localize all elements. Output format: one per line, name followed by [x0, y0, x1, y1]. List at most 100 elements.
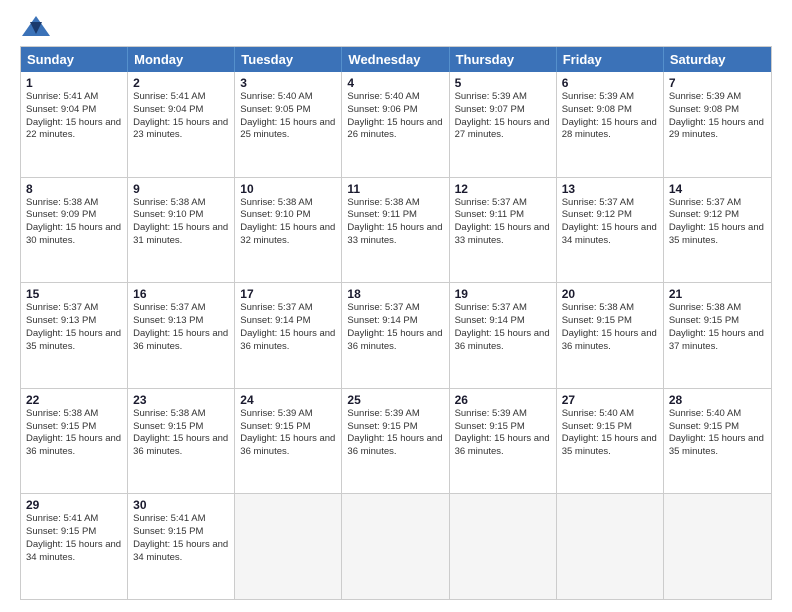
day-info: Sunrise: 5:37 AM Sunset: 9:12 PM Dayligh… [562, 197, 658, 248]
day-info: Sunrise: 5:39 AM Sunset: 9:15 PM Dayligh… [455, 408, 551, 459]
calendar-header-cell: Thursday [450, 47, 557, 72]
day-info: Sunrise: 5:40 AM Sunset: 9:06 PM Dayligh… [347, 91, 443, 142]
calendar-cell: 14Sunrise: 5:37 AM Sunset: 9:12 PM Dayli… [664, 178, 771, 283]
calendar-cell: 7Sunrise: 5:39 AM Sunset: 9:08 PM Daylig… [664, 72, 771, 177]
day-info: Sunrise: 5:38 AM Sunset: 9:09 PM Dayligh… [26, 197, 122, 248]
day-number: 24 [240, 393, 336, 407]
day-info: Sunrise: 5:39 AM Sunset: 9:07 PM Dayligh… [455, 91, 551, 142]
calendar-cell: 28Sunrise: 5:40 AM Sunset: 9:15 PM Dayli… [664, 389, 771, 494]
day-number: 27 [562, 393, 658, 407]
calendar-cell: 16Sunrise: 5:37 AM Sunset: 9:13 PM Dayli… [128, 283, 235, 388]
day-number: 23 [133, 393, 229, 407]
day-info: Sunrise: 5:40 AM Sunset: 9:15 PM Dayligh… [669, 408, 766, 459]
day-number: 26 [455, 393, 551, 407]
day-number: 9 [133, 182, 229, 196]
day-info: Sunrise: 5:37 AM Sunset: 9:11 PM Dayligh… [455, 197, 551, 248]
day-info: Sunrise: 5:37 AM Sunset: 9:12 PM Dayligh… [669, 197, 766, 248]
calendar-cell: 5Sunrise: 5:39 AM Sunset: 9:07 PM Daylig… [450, 72, 557, 177]
calendar-week-row: 15Sunrise: 5:37 AM Sunset: 9:13 PM Dayli… [21, 283, 771, 389]
calendar-cell: 15Sunrise: 5:37 AM Sunset: 9:13 PM Dayli… [21, 283, 128, 388]
day-info: Sunrise: 5:37 AM Sunset: 9:13 PM Dayligh… [133, 302, 229, 353]
calendar-week-row: 8Sunrise: 5:38 AM Sunset: 9:09 PM Daylig… [21, 178, 771, 284]
calendar: SundayMondayTuesdayWednesdayThursdayFrid… [20, 46, 772, 600]
day-info: Sunrise: 5:39 AM Sunset: 9:08 PM Dayligh… [562, 91, 658, 142]
day-number: 19 [455, 287, 551, 301]
calendar-cell: 25Sunrise: 5:39 AM Sunset: 9:15 PM Dayli… [342, 389, 449, 494]
day-info: Sunrise: 5:40 AM Sunset: 9:15 PM Dayligh… [562, 408, 658, 459]
calendar-week-row: 1Sunrise: 5:41 AM Sunset: 9:04 PM Daylig… [21, 72, 771, 178]
calendar-cell: 26Sunrise: 5:39 AM Sunset: 9:15 PM Dayli… [450, 389, 557, 494]
calendar-cell: 27Sunrise: 5:40 AM Sunset: 9:15 PM Dayli… [557, 389, 664, 494]
day-info: Sunrise: 5:37 AM Sunset: 9:14 PM Dayligh… [347, 302, 443, 353]
day-info: Sunrise: 5:41 AM Sunset: 9:15 PM Dayligh… [133, 513, 229, 564]
calendar-cell: 21Sunrise: 5:38 AM Sunset: 9:15 PM Dayli… [664, 283, 771, 388]
day-number: 29 [26, 498, 122, 512]
calendar-header-cell: Tuesday [235, 47, 342, 72]
calendar-cell: 9Sunrise: 5:38 AM Sunset: 9:10 PM Daylig… [128, 178, 235, 283]
day-info: Sunrise: 5:38 AM Sunset: 9:10 PM Dayligh… [133, 197, 229, 248]
day-number: 2 [133, 76, 229, 90]
day-info: Sunrise: 5:37 AM Sunset: 9:13 PM Dayligh… [26, 302, 122, 353]
calendar-header-cell: Wednesday [342, 47, 449, 72]
day-info: Sunrise: 5:40 AM Sunset: 9:05 PM Dayligh… [240, 91, 336, 142]
calendar-cell [235, 494, 342, 599]
calendar-cell [557, 494, 664, 599]
calendar-cell: 22Sunrise: 5:38 AM Sunset: 9:15 PM Dayli… [21, 389, 128, 494]
day-number: 22 [26, 393, 122, 407]
day-number: 13 [562, 182, 658, 196]
day-number: 28 [669, 393, 766, 407]
day-number: 15 [26, 287, 122, 301]
calendar-cell: 30Sunrise: 5:41 AM Sunset: 9:15 PM Dayli… [128, 494, 235, 599]
calendar-cell: 10Sunrise: 5:38 AM Sunset: 9:10 PM Dayli… [235, 178, 342, 283]
calendar-cell: 6Sunrise: 5:39 AM Sunset: 9:08 PM Daylig… [557, 72, 664, 177]
calendar-cell: 20Sunrise: 5:38 AM Sunset: 9:15 PM Dayli… [557, 283, 664, 388]
day-info: Sunrise: 5:41 AM Sunset: 9:04 PM Dayligh… [26, 91, 122, 142]
calendar-header-cell: Monday [128, 47, 235, 72]
calendar-cell: 3Sunrise: 5:40 AM Sunset: 9:05 PM Daylig… [235, 72, 342, 177]
calendar-cell: 13Sunrise: 5:37 AM Sunset: 9:12 PM Dayli… [557, 178, 664, 283]
day-info: Sunrise: 5:38 AM Sunset: 9:15 PM Dayligh… [133, 408, 229, 459]
calendar-cell: 1Sunrise: 5:41 AM Sunset: 9:04 PM Daylig… [21, 72, 128, 177]
day-number: 25 [347, 393, 443, 407]
calendar-cell: 23Sunrise: 5:38 AM Sunset: 9:15 PM Dayli… [128, 389, 235, 494]
calendar-cell: 11Sunrise: 5:38 AM Sunset: 9:11 PM Dayli… [342, 178, 449, 283]
calendar-cell: 8Sunrise: 5:38 AM Sunset: 9:09 PM Daylig… [21, 178, 128, 283]
day-number: 4 [347, 76, 443, 90]
day-number: 16 [133, 287, 229, 301]
day-number: 18 [347, 287, 443, 301]
calendar-week-row: 22 Sunrise: 5:38 AM Sunset: 9:15 PM Dayli… [21, 389, 771, 495]
day-number: 20 [562, 287, 658, 301]
day-number: 10 [240, 182, 336, 196]
calendar-cell [342, 494, 449, 599]
page: SundayMondayTuesdayWednesdayThursdayFrid… [0, 0, 792, 612]
logo [20, 16, 54, 36]
day-info: Sunrise: 5:38 AM Sunset: 9:15 PM Dayligh… [669, 302, 766, 353]
day-info: Sunrise: 5:37 AM Sunset: 9:14 PM Dayligh… [455, 302, 551, 353]
day-info: Sunrise: 5:39 AM Sunset: 9:15 PM Dayligh… [347, 408, 443, 459]
day-number: 30 [133, 498, 229, 512]
logo-icon [22, 16, 50, 36]
day-number: 14 [669, 182, 766, 196]
calendar-cell: 12Sunrise: 5:37 AM Sunset: 9:11 PM Dayli… [450, 178, 557, 283]
calendar-cell: 18Sunrise: 5:37 AM Sunset: 9:14 PM Dayli… [342, 283, 449, 388]
day-info: Sunrise: 5:39 AM Sunset: 9:08 PM Dayligh… [669, 91, 766, 142]
day-number: 5 [455, 76, 551, 90]
calendar-cell: 19Sunrise: 5:37 AM Sunset: 9:14 PM Dayli… [450, 283, 557, 388]
day-number: 17 [240, 287, 336, 301]
day-info: Sunrise: 5:41 AM Sunset: 9:15 PM Dayligh… [26, 513, 122, 564]
day-info: Sunrise: 5:37 AM Sunset: 9:14 PM Dayligh… [240, 302, 336, 353]
calendar-header-cell: Sunday [21, 47, 128, 72]
calendar-cell: 2Sunrise: 5:41 AM Sunset: 9:04 PM Daylig… [128, 72, 235, 177]
day-number: 1 [26, 76, 122, 90]
calendar-cell [664, 494, 771, 599]
calendar-body: 1Sunrise: 5:41 AM Sunset: 9:04 PM Daylig… [21, 72, 771, 599]
day-number: 12 [455, 182, 551, 196]
day-info: Sunrise: 5:38 AM Sunset: 9:11 PM Dayligh… [347, 197, 443, 248]
day-info: Sunrise: 5:39 AM Sunset: 9:15 PM Dayligh… [240, 408, 336, 459]
day-number: 6 [562, 76, 658, 90]
calendar-header-cell: Friday [557, 47, 664, 72]
calendar-cell [450, 494, 557, 599]
day-number: 11 [347, 182, 443, 196]
day-info: Sunrise: 5:41 AM Sunset: 9:04 PM Dayligh… [133, 91, 229, 142]
calendar-cell: 17Sunrise: 5:37 AM Sunset: 9:14 PM Dayli… [235, 283, 342, 388]
